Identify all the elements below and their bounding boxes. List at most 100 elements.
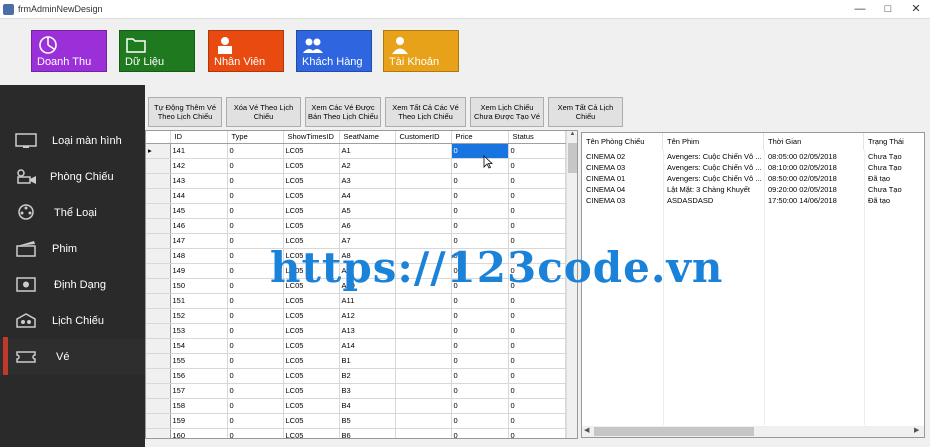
table-cell[interactable]: 0 [451, 278, 509, 294]
table-cell[interactable]: 145 [170, 203, 228, 219]
toolbar-button-5[interactable]: Xem Tất Cả Lịch Chiếu [548, 97, 623, 127]
scroll-thumb[interactable] [568, 143, 577, 173]
table-row[interactable]: 153 0 LC05 A13 0 0 [146, 323, 566, 339]
table-cell[interactable] [395, 248, 452, 264]
table-cell[interactable]: 154 [170, 338, 228, 354]
table-cell[interactable]: B1 [339, 353, 396, 369]
table-cell[interactable]: 0 [451, 203, 509, 219]
list-cell[interactable]: CINEMA 03 [582, 196, 663, 207]
table-cell[interactable]: 0 [508, 293, 566, 309]
table-cell[interactable]: 0 [508, 413, 566, 429]
table-cell[interactable]: 158 [170, 398, 228, 414]
table-row[interactable]: 148 0 LC05 A8 0 0 [146, 248, 566, 264]
table-row[interactable]: 142 0 LC05 A2 0 0 [146, 158, 566, 174]
row-header[interactable] [146, 218, 171, 234]
row-header[interactable] [146, 428, 171, 438]
table-cell[interactable]: 156 [170, 368, 228, 384]
table-cell[interactable]: A7 [339, 233, 396, 249]
table-cell[interactable]: A2 [339, 158, 396, 174]
table-cell[interactable] [395, 203, 452, 219]
column-header[interactable]: CustomerID [395, 131, 452, 144]
table-cell[interactable]: 0 [508, 308, 566, 324]
row-header[interactable] [146, 263, 171, 279]
table-row[interactable]: 155 0 LC05 B1 0 0 [146, 353, 566, 369]
table-cell[interactable]: 0 [508, 278, 566, 294]
table-cell[interactable]: 0 [227, 203, 284, 219]
table-cell[interactable]: 0 [227, 368, 284, 384]
table-cell[interactable] [395, 428, 452, 438]
table-cell[interactable]: 0 [508, 338, 566, 354]
table-cell[interactable]: 0 [451, 383, 509, 399]
row-header[interactable] [146, 338, 171, 354]
sidebar-item-2[interactable]: Thể Loại [0, 195, 145, 231]
table-cell[interactable]: 0 [508, 428, 566, 438]
column-header[interactable]: SeatName [339, 131, 396, 144]
table-cell[interactable]: 150 [170, 278, 228, 294]
table-cell[interactable]: 0 [508, 158, 566, 174]
table-cell[interactable] [395, 293, 452, 309]
column-header[interactable]: Status [508, 131, 566, 144]
table-row[interactable]: 145 0 LC05 A5 0 0 [146, 203, 566, 219]
table-cell[interactable]: LC05 [283, 308, 340, 324]
table-row[interactable]: 151 0 LC05 A11 0 0 [146, 293, 566, 309]
table-cell[interactable] [395, 383, 452, 399]
table-cell[interactable]: 155 [170, 353, 228, 369]
grid-vertical-scrollbar[interactable]: ▲ [566, 131, 577, 438]
table-cell[interactable]: LC05 [283, 353, 340, 369]
list-cell[interactable]: CINEMA 04 [582, 185, 663, 196]
table-cell[interactable]: LC05 [283, 338, 340, 354]
showtimes-list[interactable]: Tên Phòng Chiếu Tên Phim Thời Gian Trạng Th… [581, 132, 925, 438]
table-cell[interactable] [395, 143, 452, 159]
list-cell[interactable]: 08:05:00 02/05/2018 [764, 152, 864, 163]
table-row[interactable]: 147 0 LC05 A7 0 0 [146, 233, 566, 249]
list-cell[interactable]: CINEMA 03 [582, 163, 663, 174]
list-cell[interactable]: Chưa Tạo [864, 152, 924, 163]
table-cell[interactable] [395, 263, 452, 279]
table-cell[interactable] [395, 218, 452, 234]
table-cell[interactable] [395, 308, 452, 324]
table-cell[interactable]: LC05 [283, 323, 340, 339]
column-header[interactable]: ID [170, 131, 228, 144]
table-cell[interactable]: LC05 [283, 173, 340, 189]
scroll-right-icon[interactable]: ▶ [914, 426, 919, 434]
table-cell[interactable]: 0 [508, 218, 566, 234]
list-horizontal-scrollbar[interactable]: ◀ ▶ [582, 426, 924, 437]
column-header[interactable]: Price [451, 131, 509, 144]
table-cell[interactable]: 143 [170, 173, 228, 189]
table-cell[interactable]: 0 [451, 143, 509, 159]
toolbar-button-2[interactable]: Xem Các Vé Được Bán Theo Lịch Chiếu [305, 97, 381, 127]
table-cell[interactable]: 148 [170, 248, 228, 264]
table-cell[interactable] [395, 278, 452, 294]
minimize-button[interactable]: — [846, 0, 874, 19]
table-cell[interactable]: 0 [227, 398, 284, 414]
table-cell[interactable]: 0 [451, 308, 509, 324]
sidebar-item-6[interactable]: Vé [0, 337, 145, 375]
table-cell[interactable]: A12 [339, 308, 396, 324]
table-cell[interactable]: 0 [451, 233, 509, 249]
table-cell[interactable]: LC05 [283, 248, 340, 264]
table-row[interactable]: 146 0 LC05 A6 0 0 [146, 218, 566, 234]
list-cell[interactable]: Avengers: Cuộc Chiến Vô ... [663, 174, 764, 185]
table-cell[interactable]: 0 [227, 143, 284, 159]
list-column-header[interactable]: Tên Phòng Chiếu [582, 133, 663, 150]
row-header[interactable] [146, 383, 171, 399]
table-cell[interactable]: 0 [227, 413, 284, 429]
toolbar-button-3[interactable]: Xem Tất Cả Các Vé Theo Lịch Chiếu [385, 97, 466, 127]
table-cell[interactable]: 0 [227, 218, 284, 234]
table-cell[interactable]: 146 [170, 218, 228, 234]
table-cell[interactable]: 151 [170, 293, 228, 309]
table-cell[interactable]: A8 [339, 248, 396, 264]
customer-tile[interactable]: Khách Hàng [296, 30, 372, 72]
sidebar-item-0[interactable]: Loại màn hình [0, 123, 145, 159]
table-cell[interactable] [395, 158, 452, 174]
list-cell[interactable]: 08:50:00 02/05/2018 [764, 174, 864, 185]
list-cell[interactable]: CINEMA 01 [582, 174, 663, 185]
scroll-left-icon[interactable]: ◀ [584, 426, 589, 434]
table-cell[interactable]: LC05 [283, 263, 340, 279]
table-row[interactable]: 157 0 LC05 B3 0 0 [146, 383, 566, 399]
table-cell[interactable]: 147 [170, 233, 228, 249]
table-cell[interactable]: LC05 [283, 368, 340, 384]
table-cell[interactable]: 0 [227, 263, 284, 279]
table-cell[interactable]: 0 [508, 383, 566, 399]
list-column-header[interactable]: Tên Phim [663, 133, 764, 150]
